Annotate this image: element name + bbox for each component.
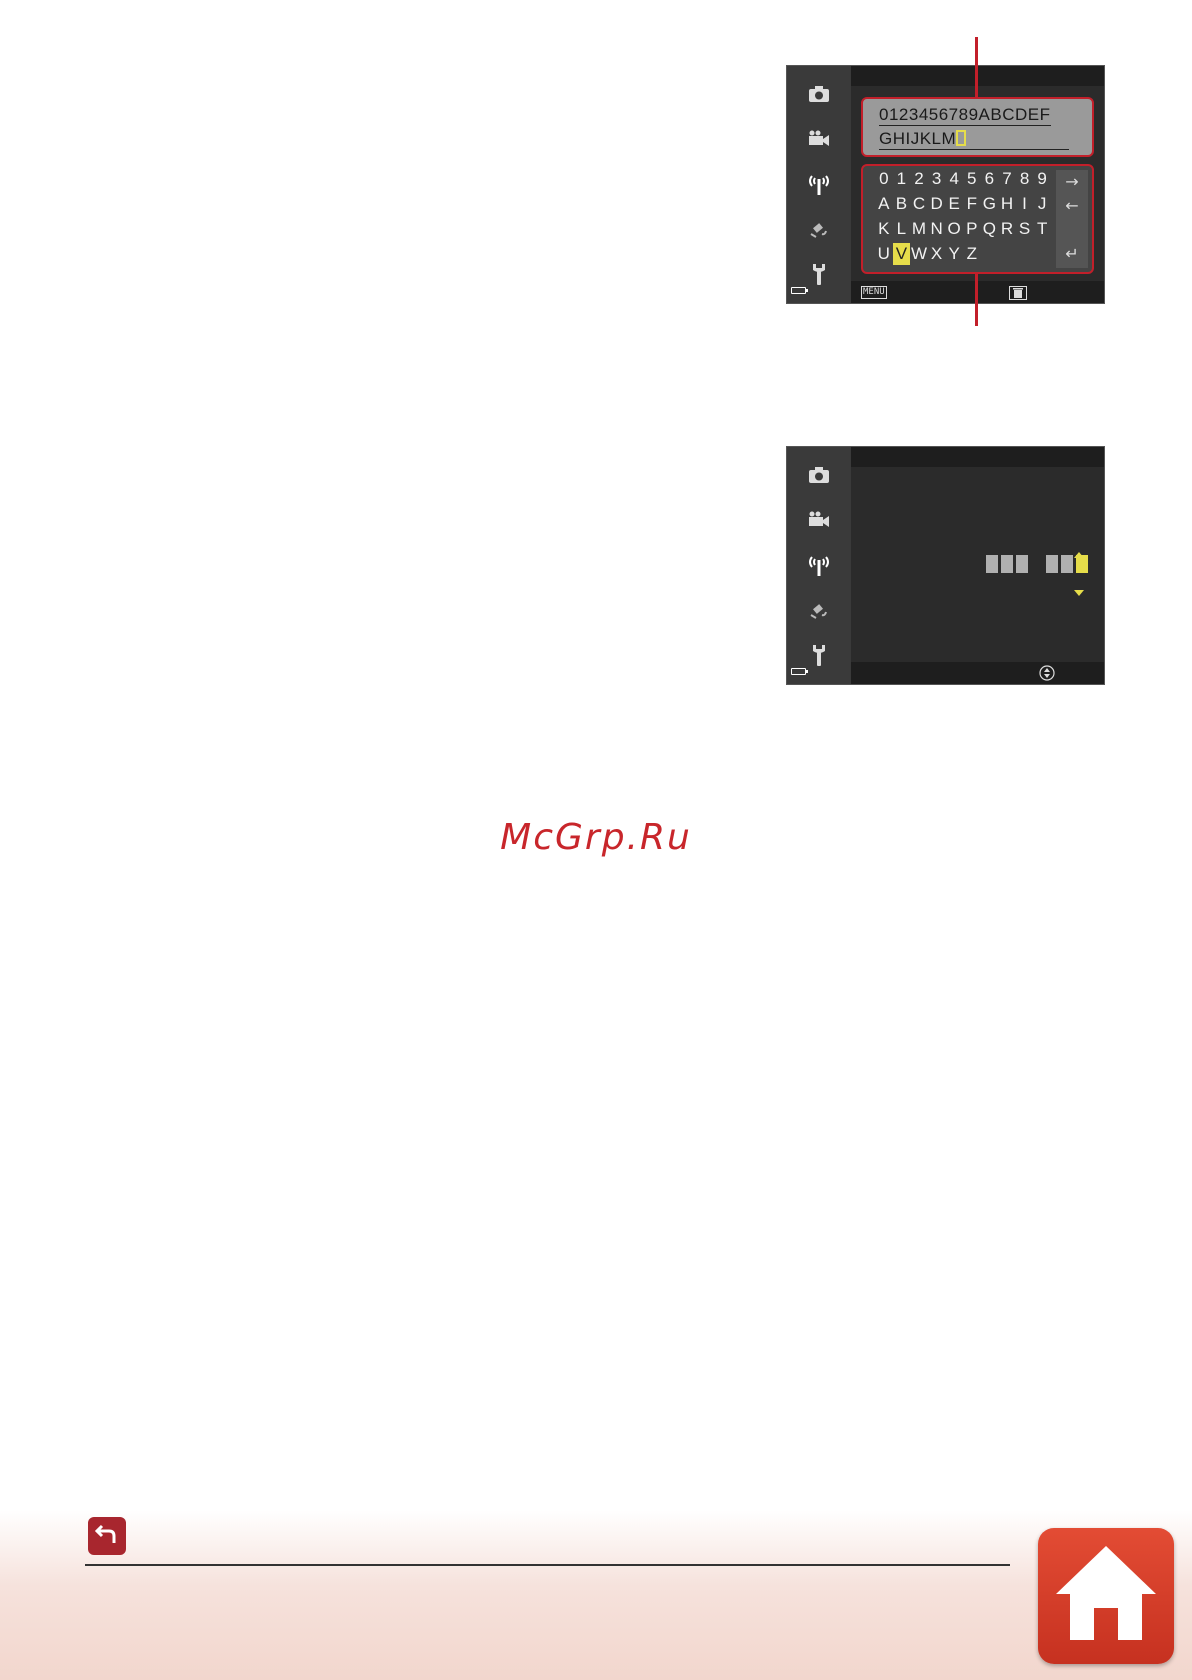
key[interactable]: L (893, 218, 911, 240)
cursor-right-key[interactable]: → (1056, 172, 1088, 191)
key[interactable]: 0 (875, 168, 893, 190)
key[interactable]: R (998, 218, 1016, 240)
key[interactable]: A (875, 193, 893, 215)
key[interactable]: U (875, 243, 893, 265)
keyboard-side-keys: → ← ↵ (1056, 170, 1088, 268)
home-icon (1052, 1540, 1160, 1652)
trash-icon[interactable] (1009, 285, 1027, 303)
multi-selector-icon (1039, 665, 1055, 684)
watermark-text: McGrp.Ru (500, 817, 692, 858)
key[interactable]: Z (963, 243, 981, 265)
key[interactable]: E (945, 193, 963, 215)
keyboard-row-2: A B C D E F G H I J (875, 193, 1051, 215)
key[interactable]: K (875, 218, 893, 240)
key[interactable]: S (1016, 218, 1034, 240)
wireless-icon[interactable] (804, 169, 834, 199)
keyboard-row-1: 0 1 2 3 4 5 6 7 8 9 (875, 168, 1051, 190)
key[interactable]: 5 (963, 168, 981, 190)
battery-icon (791, 287, 808, 294)
digit-block[interactable] (1046, 555, 1058, 573)
key[interactable]: F (963, 193, 981, 215)
key[interactable]: T (1033, 218, 1051, 240)
footer-rule (85, 1564, 1010, 1566)
wireless-icon[interactable] (804, 550, 834, 580)
character-keyboard: 0 1 2 3 4 5 6 7 8 9 A B C D E F G H I J … (861, 164, 1094, 274)
key[interactable]: M (910, 218, 928, 240)
key[interactable]: N (928, 218, 946, 240)
key[interactable]: I (1016, 193, 1034, 215)
callout-line-text-field (975, 37, 978, 98)
text-line-2-value: GHIJKLM (879, 129, 957, 148)
keyboard-row-4: U V W X Y Z (875, 243, 981, 265)
enter-key[interactable]: ↵ (1056, 244, 1088, 263)
text-entry-field[interactable]: 0123456789ABCDEF GHIJKLM (861, 97, 1094, 157)
digit-block[interactable] (1061, 555, 1073, 573)
key[interactable]: W (910, 243, 928, 265)
back-icon (94, 1522, 119, 1550)
key[interactable]: B (893, 193, 911, 215)
text-cursor (956, 130, 967, 146)
callout-line-keyboard (975, 274, 978, 326)
key[interactable]: P (963, 218, 981, 240)
keyboard-row-3: K L M N O P Q R S T (875, 218, 1051, 240)
key[interactable]: 2 (910, 168, 928, 190)
camera-screen-text-entry: 0123456789ABCDEF GHIJKLM 0 1 2 3 4 5 6 7… (786, 65, 1105, 304)
menu-sidebar (787, 447, 851, 684)
location-icon[interactable] (804, 214, 834, 244)
digit-block[interactable] (986, 555, 998, 573)
key[interactable]: G (981, 193, 999, 215)
camera-icon[interactable] (804, 79, 834, 109)
key[interactable]: 3 (928, 168, 946, 190)
page-footer (0, 1510, 1192, 1680)
movie-camera-icon[interactable] (804, 124, 834, 154)
digit-block[interactable] (1001, 555, 1013, 573)
key[interactable]: 6 (981, 168, 999, 190)
digit-group-left (986, 555, 1028, 573)
key[interactable]: 9 (1033, 168, 1051, 190)
up-arrow-icon[interactable] (1074, 543, 1084, 562)
key[interactable]: X (928, 243, 946, 265)
key[interactable]: 8 (1016, 168, 1034, 190)
key-selected[interactable]: V (892, 243, 911, 265)
key[interactable]: O (945, 218, 963, 240)
key[interactable]: C (910, 193, 928, 215)
key[interactable]: Q (981, 218, 999, 240)
text-line-1: 0123456789ABCDEF (879, 105, 1051, 126)
location-icon[interactable] (804, 595, 834, 625)
battery-icon (791, 668, 808, 675)
key[interactable]: 7 (998, 168, 1016, 190)
key[interactable]: J (1033, 193, 1051, 215)
key[interactable]: H (998, 193, 1016, 215)
back-button[interactable] (88, 1517, 126, 1555)
digit-block[interactable] (1016, 555, 1028, 573)
text-line-2: GHIJKLM (879, 129, 1070, 150)
key[interactable]: 1 (893, 168, 911, 190)
wrench-icon[interactable] (804, 259, 834, 289)
key[interactable]: 4 (945, 168, 963, 190)
camera-screen-number-entry (786, 446, 1105, 685)
key[interactable]: Y (945, 243, 963, 265)
down-arrow-icon[interactable] (1074, 581, 1084, 600)
home-button[interactable] (1038, 1528, 1174, 1664)
key[interactable]: D (928, 193, 946, 215)
wrench-icon[interactable] (804, 640, 834, 670)
menu-button-label[interactable]: MENU (861, 286, 887, 299)
cursor-left-key[interactable]: ← (1056, 196, 1088, 215)
menu-sidebar (787, 66, 851, 303)
camera-icon[interactable] (804, 460, 834, 490)
movie-camera-icon[interactable] (804, 505, 834, 535)
